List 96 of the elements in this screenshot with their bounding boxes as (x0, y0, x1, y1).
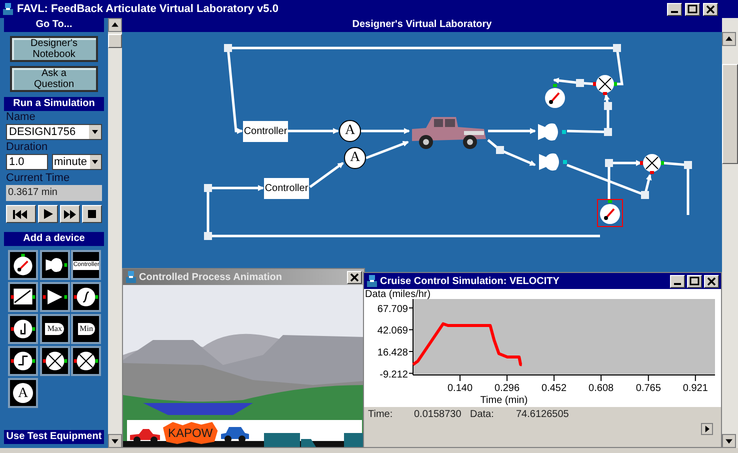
gauge-node[interactable] (597, 199, 623, 227)
readout-label: Time: (368, 408, 394, 422)
playback-button[interactable] (6, 205, 36, 223)
scroll-down-icon[interactable] (108, 434, 122, 448)
x-tick-label: 0.765 (636, 383, 661, 394)
minimize-button[interactable] (667, 2, 682, 16)
car-icon (220, 424, 250, 444)
device-tile[interactable] (8, 282, 38, 312)
device-tile[interactable] (40, 282, 70, 312)
y-tick-label: 42.069 (377, 326, 408, 337)
device-tile[interactable] (71, 282, 102, 312)
x-tick-label: 0.452 (542, 383, 567, 394)
canvas-scrollbar[interactable] (722, 18, 738, 448)
y-tick-label: 67.709 (377, 304, 408, 315)
device-tile[interactable] (8, 346, 38, 376)
device-tile[interactable] (40, 250, 70, 280)
amplifier-label: A (13, 383, 33, 403)
panel-header: Go To... (4, 18, 104, 32)
play-icon (44, 209, 52, 219)
nav-button[interactable]: Designer's Notebook (10, 36, 98, 62)
summing-junction-node[interactable] (592, 74, 618, 96)
scroll-right-icon[interactable] (701, 423, 713, 435)
current-time-field: 0.3617 min (6, 185, 102, 201)
scroll-thumb[interactable] (108, 34, 122, 48)
y-axis-title: Data (miles/hr) (365, 288, 431, 302)
readout-value: 0.0158730 (414, 408, 462, 422)
stop-icon (88, 210, 96, 218)
caret-icon (90, 155, 101, 169)
playback-button[interactable] (38, 205, 58, 223)
block-label: Max (45, 323, 64, 335)
canvas-title: Designer's Virtual Laboratory (122, 18, 722, 32)
x-tick-label: 0.140 (448, 383, 473, 394)
controller-block[interactable]: Controller (264, 178, 309, 199)
gauge-node[interactable] (542, 83, 568, 111)
block-label: Min (78, 323, 95, 335)
x-tick-label: 0.608 (588, 383, 614, 394)
rewind-icon (13, 210, 29, 218)
amplifier-node[interactable]: A (339, 120, 361, 142)
x-axis-title: Time (min) (480, 395, 528, 406)
close-icon (349, 272, 360, 282)
panel-header: Run a Simulation (4, 97, 104, 111)
window-title: Cruise Control Simulation: VELOCITY (380, 274, 560, 288)
app-icon (125, 270, 137, 284)
readout-value: 74.6126505 (516, 408, 569, 422)
car-icon (129, 426, 161, 444)
playback-button[interactable] (60, 205, 80, 223)
app-icon (2, 2, 14, 16)
maximize-button[interactable] (685, 2, 700, 16)
close-button[interactable] (704, 274, 719, 288)
maximize-button[interactable] (687, 274, 702, 288)
unit-dropdown[interactable]: minute (52, 154, 102, 170)
sensor-node[interactable] (538, 152, 568, 172)
controller-block[interactable]: Controller (243, 121, 288, 142)
x-tick-label: 0.296 (494, 383, 520, 394)
close-icon (706, 276, 717, 286)
device-tile[interactable]: A (8, 378, 38, 408)
panel-header: Use Test Equipment (4, 430, 104, 444)
nav-button[interactable]: Ask a Question (10, 66, 98, 92)
scroll-up-icon[interactable] (722, 32, 736, 46)
field-label: Duration (6, 141, 49, 154)
minimize-button[interactable] (670, 274, 685, 288)
fast-forward-icon (64, 210, 76, 218)
device-tile[interactable] (8, 314, 38, 344)
maximize-icon (689, 276, 700, 286)
close-button[interactable] (703, 2, 718, 16)
name-dropdown[interactable]: DESIGN1756 (6, 124, 102, 140)
window-title: Controlled Process Animation (139, 270, 283, 284)
maximize-icon (687, 4, 698, 14)
close-button[interactable] (347, 270, 362, 284)
device-tile[interactable]: Max (40, 314, 70, 344)
y-tick-label: -9.212 (380, 369, 408, 380)
readout-label: Data: (470, 408, 495, 422)
device-tile[interactable] (8, 250, 38, 280)
field-label: Current Time (6, 172, 71, 185)
sidebar-scrollbar[interactable] (108, 18, 122, 448)
summing-junction-node[interactable] (639, 153, 665, 175)
playback-button[interactable] (82, 205, 102, 223)
y-tick-label: 16.428 (377, 348, 408, 359)
device-tile[interactable] (40, 346, 70, 376)
duration-field[interactable]: 1.0 (6, 154, 48, 170)
scroll-down-icon[interactable] (722, 434, 736, 448)
minimize-icon (674, 282, 681, 284)
field-label: Name (6, 111, 36, 124)
device-tile[interactable]: Min (71, 314, 102, 344)
sensor-node[interactable] (537, 122, 567, 142)
caret-icon (89, 125, 101, 139)
device-tile[interactable] (71, 346, 102, 376)
app-icon (366, 274, 378, 288)
window-title: FAVL: FeedBack Articulate Virtual Laboratory v5.0 (17, 2, 280, 17)
panel-header: Add a device (4, 232, 104, 246)
close-icon (705, 4, 716, 14)
scroll-thumb[interactable] (722, 64, 738, 164)
amplifier-node[interactable]: A (344, 147, 366, 169)
scroll-up-icon[interactable] (108, 18, 122, 32)
x-tick-label: 0.921 (682, 383, 708, 394)
minimize-icon (671, 10, 678, 12)
